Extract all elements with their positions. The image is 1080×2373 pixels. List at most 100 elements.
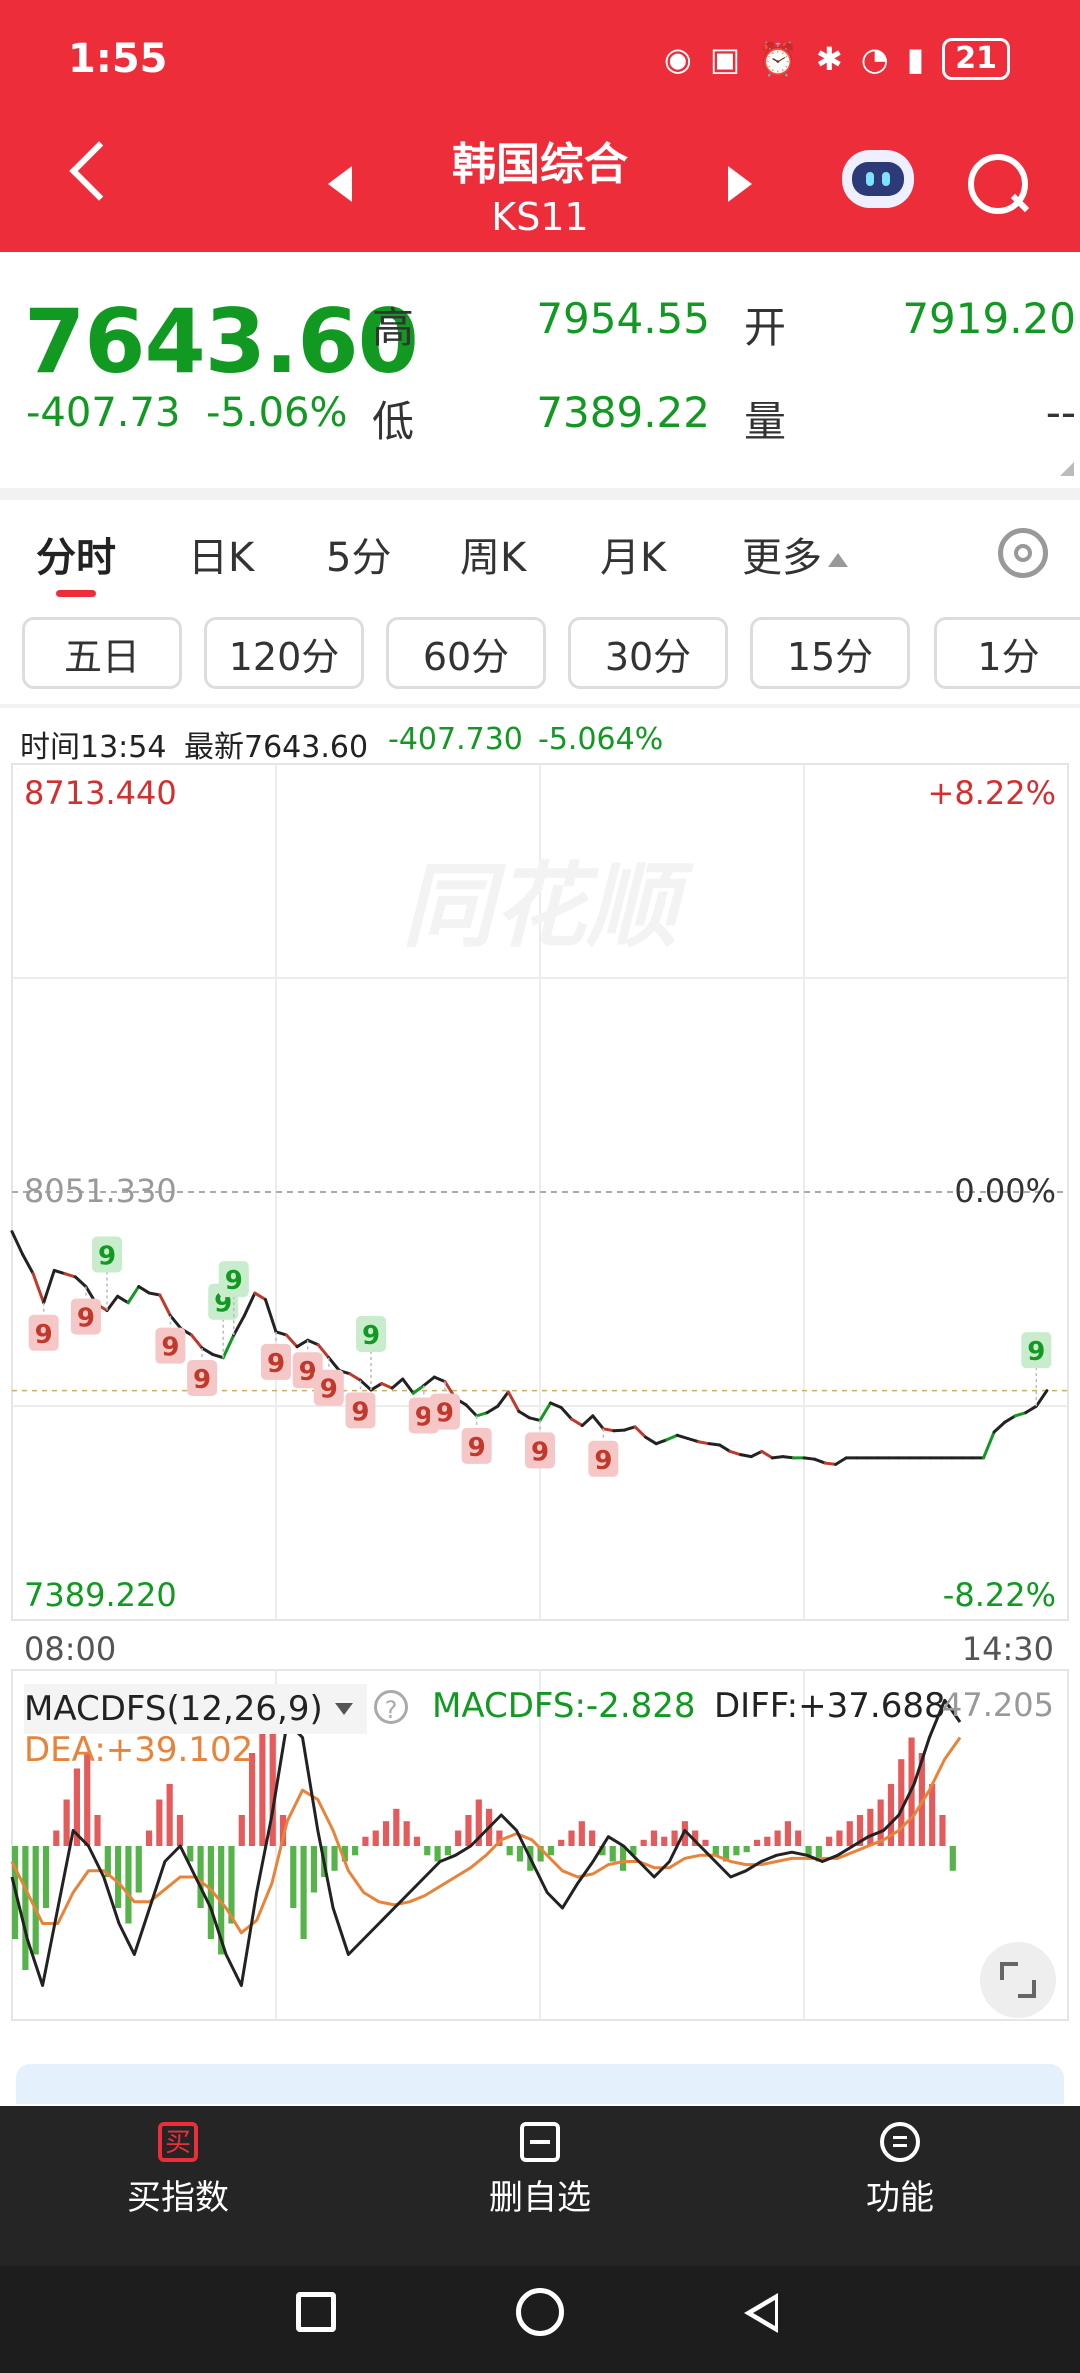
macd-histogram-bar (949, 1846, 956, 1871)
period-button-5day[interactable]: 五日 (22, 617, 182, 689)
price-line-segment (728, 1449, 743, 1457)
macd-histogram-bar (753, 1839, 761, 1846)
buy-index-button[interactable]: 买 买指数 (88, 2122, 268, 2219)
price-line-segment (200, 1346, 215, 1356)
buy-icon: 买 (158, 2122, 198, 2162)
macd-histogram-bar (362, 1836, 369, 1846)
macd-histogram-bar (372, 1830, 379, 1846)
price-line-segment (168, 1314, 183, 1331)
price-line-segment (675, 1433, 690, 1440)
next-index-icon[interactable] (728, 166, 752, 202)
price-line-segment (126, 1285, 141, 1305)
eye-icon: ◉ (663, 40, 692, 78)
price-line-segment (295, 1338, 310, 1349)
signal-marker-label: 9 (98, 1242, 116, 1272)
macd-histogram-bar (444, 1846, 451, 1856)
price-line-segment (263, 1298, 278, 1334)
home-icon[interactable] (516, 2288, 564, 2336)
macd-histogram-bar (558, 1839, 565, 1846)
price-line-segment (665, 1433, 679, 1442)
price-line-segment (622, 1425, 637, 1432)
price-line-segment (485, 1404, 500, 1415)
tab-weekly-k[interactable]: 周K (460, 525, 526, 583)
macd-histogram-bar (135, 1846, 142, 1893)
macd-histogram-bar (145, 1830, 153, 1846)
high-value: 7954.55 (536, 294, 710, 343)
nfc-icon: ▣ (709, 40, 741, 78)
promo-banner[interactable] (16, 2064, 1064, 2104)
macd-scale-label: 47.205 (942, 1686, 1054, 1724)
macd-histogram-bar (661, 1836, 668, 1846)
recent-apps-icon[interactable] (296, 2292, 336, 2332)
chevron-up-icon (828, 553, 848, 567)
macd-histogram-bar (568, 1830, 575, 1846)
open-value: 7919.20 (902, 294, 1076, 343)
price-line-segment (42, 1268, 56, 1305)
macd-histogram-bar (393, 1808, 400, 1846)
price-line-segment (612, 1428, 626, 1433)
top-header: 1:55 ◉ ▣ ⏰ ✱ ◔ ▮ 21 韩国综合 KS11 (0, 0, 1080, 252)
macd-histogram-bar (650, 1830, 658, 1846)
remove-watchlist-button[interactable]: 删自选 (450, 2122, 630, 2219)
macd-histogram-bar (32, 1846, 39, 1955)
price-max-pct: +8.22% (927, 774, 1056, 812)
price-line-segment (63, 1272, 77, 1279)
tab-daily-k[interactable]: 日K (188, 525, 254, 583)
macd-histogram-bar (166, 1784, 173, 1846)
period-button-120min[interactable]: 120分 (204, 617, 364, 689)
period-button-1min[interactable]: 1分 (934, 617, 1080, 689)
macd-histogram-bar (743, 1846, 750, 1853)
price-line-segment (116, 1294, 130, 1305)
signal-marker-label: 9 (193, 1365, 211, 1395)
assistant-robot-icon[interactable] (842, 150, 914, 208)
tab-timeshare[interactable]: 分时 (36, 525, 116, 583)
price-change: -407.73 (26, 390, 181, 436)
macd-histogram-bar (115, 1846, 122, 1908)
macd-histogram-bar (795, 1830, 802, 1846)
price-line-segment (781, 1455, 795, 1460)
tab-monthly-k[interactable]: 月K (600, 525, 666, 583)
macd-indicator-selector[interactable]: MACDFS(12,26,9) (24, 1684, 367, 1734)
price-line-segment (31, 1272, 46, 1305)
period-button-60min[interactable]: 60分 (386, 617, 546, 689)
fullscreen-button[interactable] (980, 1942, 1056, 2018)
price-line-segment (696, 1440, 711, 1446)
tab-more[interactable]: 更多 (742, 525, 848, 583)
period-button-30min[interactable]: 30分 (568, 617, 728, 689)
price-line-segment (601, 1427, 616, 1433)
tab-5min[interactable]: 5分 (326, 525, 391, 583)
expand-corner-icon[interactable] (1060, 462, 1074, 476)
volume-label: 量 (744, 397, 787, 446)
macd-histogram-bar (929, 1784, 936, 1846)
expand-icon (1018, 1980, 1036, 1998)
macd-histogram-bar (300, 1846, 307, 1939)
macd-histogram-bar (609, 1846, 616, 1862)
macd-histogram-bar (352, 1846, 359, 1856)
price-line-segment (1034, 1389, 1049, 1408)
settings-hexagon-icon[interactable] (998, 528, 1048, 578)
price-line-segment (770, 1455, 785, 1460)
macd-histogram-bar (578, 1821, 585, 1846)
buy-index-label: 买指数 (127, 2178, 229, 2218)
price-line-segment (506, 1390, 521, 1413)
macd-histogram-bar (640, 1839, 647, 1846)
signal-marker-label: 9 (468, 1433, 486, 1463)
period-button-15min[interactable]: 15分 (750, 617, 910, 689)
index-code: KS11 (491, 195, 589, 239)
price-line-segment (52, 1268, 67, 1276)
intraday-chart[interactable]: 同花顺 99999999 99999 99 9 99 (0, 758, 1080, 2028)
price-line-segment (475, 1411, 489, 1418)
price-line-segment (644, 1435, 658, 1446)
macd-histogram-bar (424, 1846, 431, 1856)
signal-marker-label: 9 (161, 1333, 179, 1363)
macd-histogram-bar (53, 1830, 60, 1846)
price-line-segment (823, 1461, 838, 1466)
help-icon[interactable]: ? (374, 1690, 408, 1724)
nav-back-icon[interactable] (744, 2293, 778, 2333)
signal-marker-label: 9 (362, 1321, 380, 1351)
price-line-segment (348, 1372, 362, 1382)
price-line-segment (992, 1420, 1007, 1434)
function-button[interactable]: 功能 (810, 2122, 990, 2219)
macd-histogram-bar (547, 1846, 555, 1856)
price-line-segment (158, 1293, 172, 1318)
